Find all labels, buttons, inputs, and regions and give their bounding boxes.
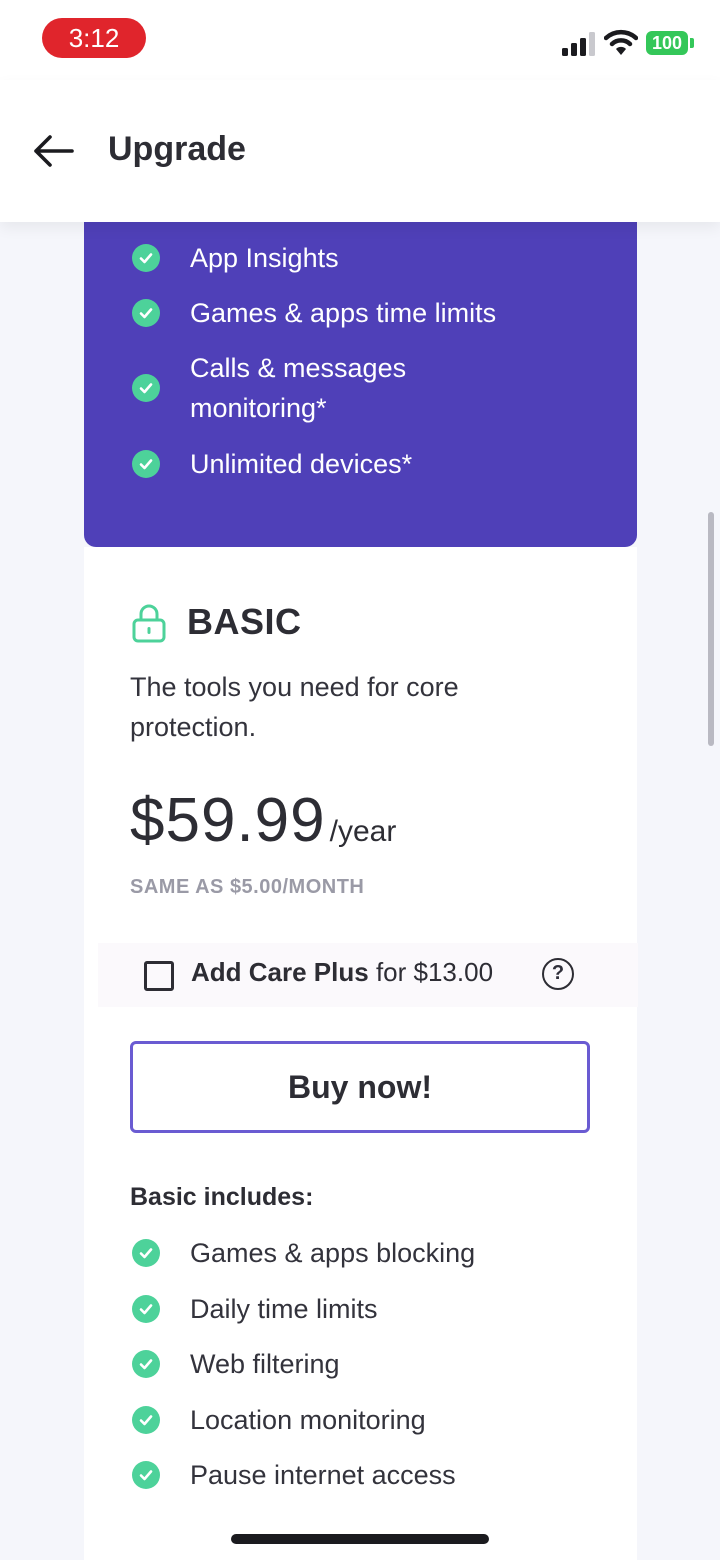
care-plus-label-bold: Add Care Plus xyxy=(191,957,369,987)
care-plus-checkbox[interactable] xyxy=(144,961,174,991)
app-header: Upgrade xyxy=(0,80,720,222)
premium-feature-item: Unlimited devices* xyxy=(132,444,602,484)
basic-feature-label: Location monitoring xyxy=(190,1405,426,1435)
check-circle-icon xyxy=(132,1295,160,1323)
includes-heading: Basic includes: xyxy=(130,1183,314,1211)
status-time: 3:12 xyxy=(42,18,146,58)
basic-feature-item: Web filtering xyxy=(132,1344,602,1384)
check-circle-icon xyxy=(132,374,160,402)
premium-feature-label: Calls & messages monitoring* xyxy=(190,353,407,423)
basic-feature-item: Daily time limits xyxy=(132,1289,602,1329)
check-circle-icon xyxy=(132,244,160,272)
check-circle-icon xyxy=(132,1461,160,1489)
basic-feature-label: Pause internet access xyxy=(190,1460,456,1490)
check-circle-icon xyxy=(132,1350,160,1378)
basic-feature-item: Location monitoring xyxy=(132,1400,602,1440)
check-circle-icon xyxy=(132,450,160,478)
lock-icon xyxy=(132,604,166,643)
premium-feature-label: App Insights xyxy=(190,243,339,273)
monthly-equivalent: SAME AS $5.00/MONTH xyxy=(130,876,365,898)
page-title: Upgrade xyxy=(108,130,246,168)
battery-icon: 100 xyxy=(646,31,688,55)
basic-feature-label: Daily time limits xyxy=(190,1294,378,1324)
question-circle-icon[interactable]: ? xyxy=(542,958,574,990)
premium-feature-item: Calls & messages monitoring* xyxy=(132,348,602,428)
basic-plan-card: BASIC The tools you need for core protec… xyxy=(84,547,638,1560)
basic-feature-label: Games & apps blocking xyxy=(190,1238,476,1268)
price-row: $59.99 /year xyxy=(130,785,396,856)
check-circle-icon xyxy=(132,1406,160,1434)
care-plus-row[interactable]: Add Care Plus for $13.00 ? xyxy=(98,943,638,1007)
wifi-icon xyxy=(604,29,638,55)
basic-feature-label: Web filtering xyxy=(190,1349,340,1379)
care-plus-label-price: for $13.00 xyxy=(368,957,494,987)
scrollbar[interactable] xyxy=(708,512,714,746)
care-plus-label: Add Care Plus for $13.00 xyxy=(191,957,493,988)
premium-feature-item: Games & apps time limits xyxy=(132,293,602,333)
home-indicator[interactable] xyxy=(231,1534,489,1544)
plan-price: $59.99 xyxy=(130,786,326,855)
plan-description: The tools you need for core protection. xyxy=(130,672,459,742)
basic-feature-item: Pause internet access xyxy=(132,1455,602,1495)
cellular-signal-icon xyxy=(562,32,595,56)
buy-now-button[interactable]: Buy now! xyxy=(130,1041,590,1133)
check-circle-icon xyxy=(132,299,160,327)
premium-feature-label: Unlimited devices* xyxy=(190,449,413,479)
check-circle-icon xyxy=(132,1239,160,1267)
battery-tip xyxy=(690,38,694,48)
basic-feature-item: Games & apps blocking xyxy=(132,1233,602,1273)
price-period: /year xyxy=(329,815,397,848)
status-bar: 3:12 100 xyxy=(0,0,720,80)
back-arrow-icon[interactable] xyxy=(32,134,74,168)
plan-title: BASIC xyxy=(187,601,302,642)
premium-feature-label: Games & apps time limits xyxy=(190,298,497,328)
premium-feature-item: App Insights xyxy=(132,238,602,278)
